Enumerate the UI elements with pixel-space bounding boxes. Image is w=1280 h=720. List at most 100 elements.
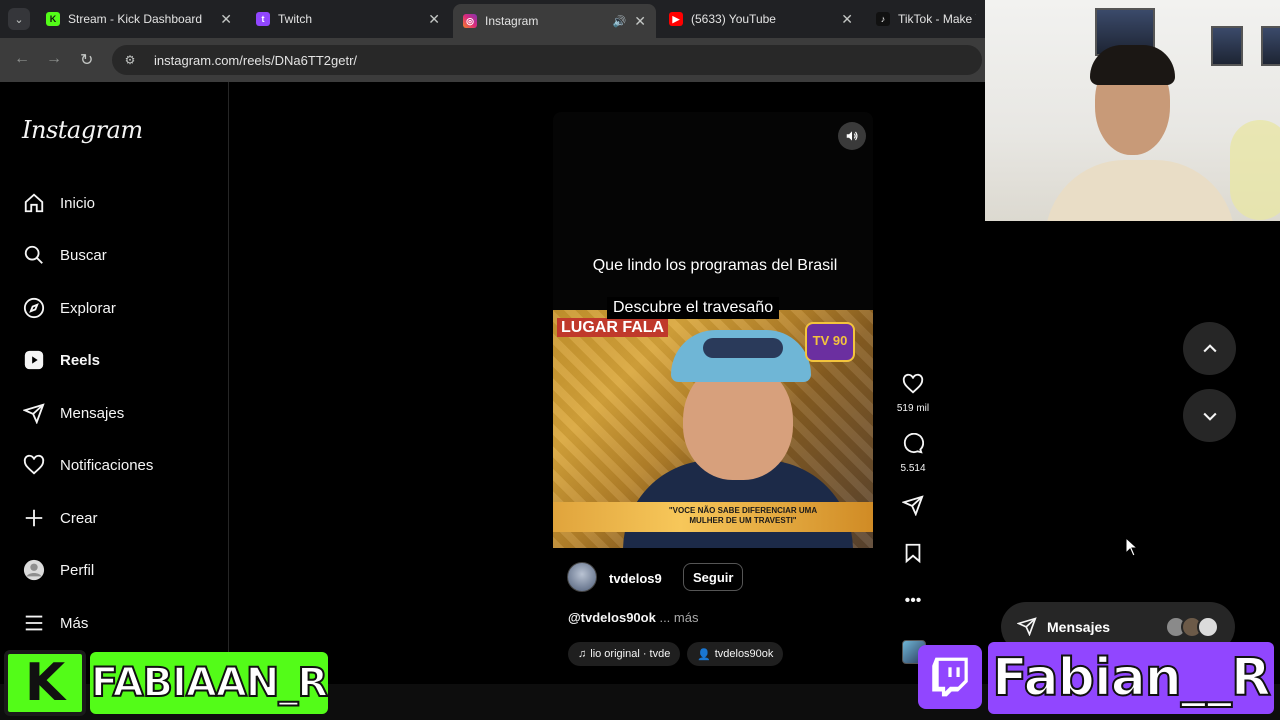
streamer-shirt xyxy=(1045,160,1235,221)
sidebar-item-label: Inicio xyxy=(60,194,96,212)
author-username[interactable]: tvdelos9 xyxy=(609,571,662,586)
person-glasses xyxy=(703,338,783,358)
bookmark-icon xyxy=(905,543,921,564)
speaker-icon[interactable]: 🔊 xyxy=(613,15,627,28)
author-avatar[interactable] xyxy=(567,562,597,592)
sidebar-item-mensajes[interactable]: Mensajes xyxy=(22,393,124,433)
tiktok-icon: ♪ xyxy=(876,12,890,26)
tab-title: (5633) YouTube xyxy=(691,12,776,26)
instagram-icon: ◎ xyxy=(463,14,477,28)
heart-icon xyxy=(902,373,924,394)
heart-icon xyxy=(22,453,46,477)
url-text: instagram.com/reels/DNa6TT2getr/ xyxy=(154,52,358,68)
volume-icon[interactable] xyxy=(838,122,866,150)
comment-icon xyxy=(903,432,925,454)
wall-poster xyxy=(1211,26,1243,66)
kick-logo-badge: K xyxy=(4,650,86,716)
search-icon xyxy=(22,243,46,267)
tab-kick-dashboard[interactable]: K Stream - Kick Dashboard ✕ xyxy=(36,4,242,34)
sidebar-item-label: Notificaciones xyxy=(60,456,154,474)
sidebar-item-perfil[interactable]: Perfil xyxy=(22,550,94,590)
sidebar-item-label: Explorar xyxy=(60,299,116,317)
instagram-sidebar: Instagram Inicio Buscar Explorar Reels M… xyxy=(0,82,229,720)
sidebar-item-inicio[interactable]: Inicio xyxy=(22,183,95,223)
tagged-user-pill[interactable]: 👤 tvdelos90ok xyxy=(687,642,784,666)
tab-tiktok[interactable]: ♪ TikTok - Make You xyxy=(866,4,986,34)
more-link[interactable]: ... más xyxy=(659,610,698,625)
comment-button[interactable]: 5.514 xyxy=(893,432,933,474)
message-avatars xyxy=(1165,616,1219,638)
messages-label: Mensajes xyxy=(1047,619,1111,635)
reload-icon[interactable]: ↻ xyxy=(80,50,93,70)
tab-search-button[interactable]: ⌄ xyxy=(8,8,30,30)
close-icon[interactable]: ✕ xyxy=(841,11,853,28)
kick-icon: K xyxy=(46,12,60,26)
sidebar-item-label: Perfil xyxy=(60,561,95,579)
tab-title: Twitch xyxy=(278,12,313,26)
sidebar-item-crear[interactable]: Crear xyxy=(22,498,98,538)
back-icon[interactable]: ← xyxy=(14,50,30,68)
tab-youtube[interactable]: ▶ (5633) YouTube ✕ xyxy=(659,4,863,34)
reel-info: tvdelos9 Seguir @tvdelos90ok ... más ♫ l… xyxy=(553,548,873,682)
streamer-hair xyxy=(1090,45,1175,85)
show-logo: LUGAR FALA xyxy=(557,318,669,337)
like-button[interactable]: 519 mil xyxy=(893,373,933,414)
user-icon: 👤 xyxy=(697,648,711,661)
sidebar-item-buscar[interactable]: Buscar xyxy=(22,235,107,275)
tag-label: tvdelos90ok xyxy=(714,648,774,660)
youtube-icon: ▶ xyxy=(669,12,683,26)
forward-icon[interactable]: → xyxy=(46,50,62,68)
chevron-down-icon xyxy=(1202,412,1217,421)
home-icon xyxy=(22,191,46,215)
reels-icon xyxy=(22,348,46,372)
sidebar-item-reels[interactable]: Reels xyxy=(22,340,100,380)
mouse-cursor-icon xyxy=(1125,536,1139,562)
sidebar-item-explorar[interactable]: Explorar xyxy=(22,288,116,328)
comment-count: 5.514 xyxy=(900,463,926,474)
kick-channel-name: FABIAAN_R xyxy=(90,652,329,714)
twitch-logo-badge xyxy=(918,645,982,709)
reel-caption-second: Descubre el travesaño xyxy=(607,297,780,319)
sidebar-item-label: Mensajes xyxy=(60,404,125,422)
sidebar-item-label: Más xyxy=(60,614,89,632)
reel-player[interactable]: Que lindo los programas del Brasil Descu… xyxy=(553,112,873,682)
tab-title: TikTok - Make You xyxy=(898,12,976,26)
tab-instagram[interactable]: ◎ Instagram 🔊 ✕ xyxy=(453,4,656,38)
audio-pill[interactable]: ♫ lio original · tvde xyxy=(568,642,681,666)
address-bar[interactable]: ⚙ instagram.com/reels/DNa6TT2getr/ xyxy=(112,45,982,75)
avatar-icon xyxy=(22,558,46,582)
screen: ⌄ K Stream - Kick Dashboard ✕ t Twitch ✕… xyxy=(0,0,1280,720)
follow-button[interactable]: Seguir xyxy=(683,563,744,591)
reel-description: @tvdelos90ok ... más xyxy=(568,610,698,625)
next-reel-button[interactable] xyxy=(1183,389,1236,442)
instagram-logo[interactable]: Instagram xyxy=(22,116,143,144)
close-icon[interactable]: ✕ xyxy=(428,11,440,28)
reel-caption-top: Que lindo los programas del Brasil xyxy=(592,257,838,274)
music-note-icon: ♫ xyxy=(578,648,587,660)
send-icon xyxy=(901,495,924,517)
reel-caption-area xyxy=(553,112,873,312)
sidebar-item-label: Crear xyxy=(60,509,98,527)
twitch-icon xyxy=(932,657,968,697)
sidebar-item-label: Buscar xyxy=(60,246,107,264)
save-button[interactable] xyxy=(893,542,933,569)
sidebar-item-mas[interactable]: Más xyxy=(22,603,88,643)
menu-icon xyxy=(22,611,46,635)
tab-title: Instagram xyxy=(485,14,539,28)
sidebar-item-notificaciones[interactable]: Notificaciones xyxy=(22,445,153,485)
compass-icon xyxy=(22,296,46,320)
site-info-icon[interactable]: ⚙ xyxy=(122,52,138,68)
background-object xyxy=(1230,120,1280,220)
send-icon xyxy=(1016,616,1037,639)
previous-reel-button[interactable] xyxy=(1183,322,1236,375)
like-count: 519 mil xyxy=(896,403,930,414)
chevron-up-icon xyxy=(1202,343,1217,352)
sidebar-item-label: Reels xyxy=(60,351,101,369)
reel-video-frame[interactable]: LUGAR FALA TV 90 "VOCE NÃO SABE DIFERENC… xyxy=(553,310,873,548)
description-handle[interactable]: @tvdelos90ok xyxy=(568,610,656,625)
tab-twitch[interactable]: t Twitch ✕ xyxy=(246,4,450,34)
share-button[interactable] xyxy=(893,494,933,521)
close-icon[interactable]: ✕ xyxy=(634,13,646,30)
close-icon[interactable]: ✕ xyxy=(220,11,232,28)
more-options-icon[interactable]: ••• xyxy=(893,592,933,610)
